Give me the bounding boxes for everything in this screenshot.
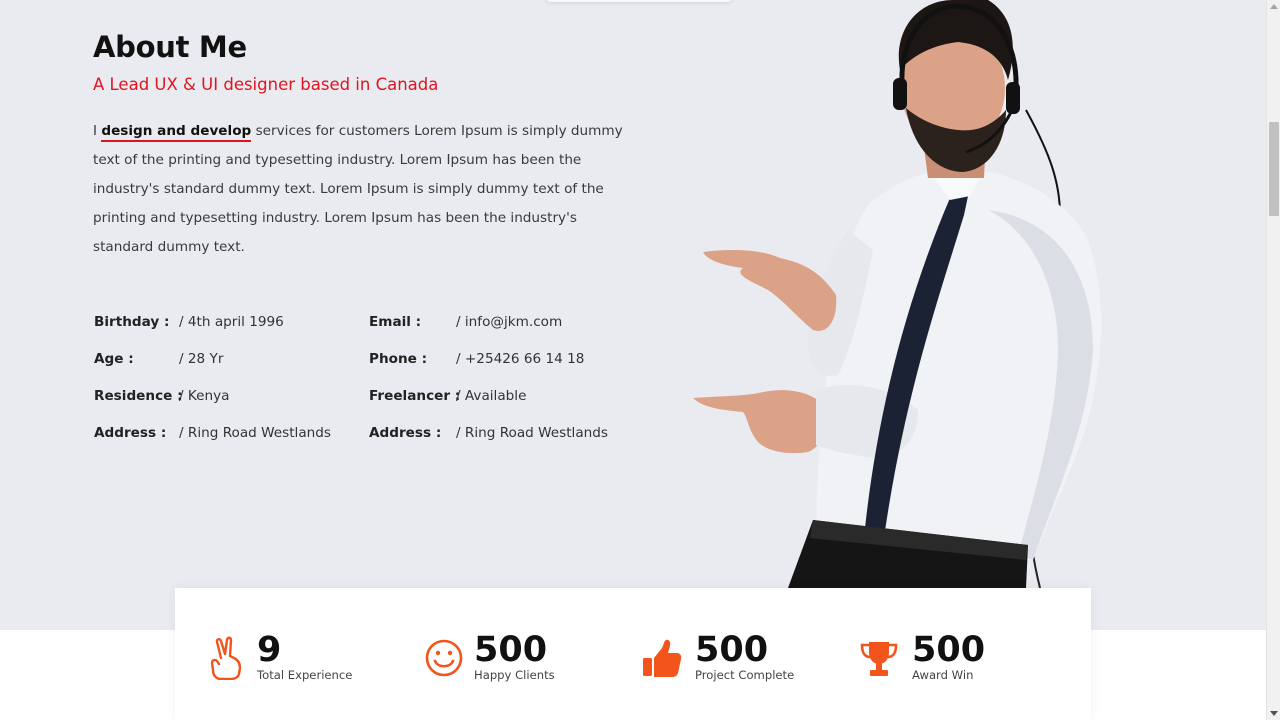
info-value: / 4th april 1996 (179, 314, 284, 330)
info-value: / +25426 66 14 18 (456, 351, 585, 367)
stat-label: Award Win (912, 668, 974, 682)
info-value: / info@jkm.com (456, 314, 563, 330)
thumbs-up-icon (643, 639, 682, 677)
info-value: / Ring Road Westlands (456, 425, 608, 441)
info-key: Email : (369, 314, 422, 330)
page-scrollbar[interactable] (1266, 0, 1280, 720)
profile-photo (693, 0, 1102, 588)
info-key: Birthday : (94, 314, 170, 330)
info-key: Freelancer : (369, 388, 461, 404)
about-paragraph: I design and develop services for custom… (93, 117, 633, 262)
scroll-up-icon[interactable] (1270, 4, 1278, 9)
info-value: / 28 Yr (179, 351, 224, 367)
stat-label: Total Experience (257, 668, 353, 682)
stat-number: 9 (257, 630, 282, 670)
info-value: / Kenya (179, 388, 230, 404)
stat-number: 500 (912, 630, 986, 670)
info-key: Address : (369, 425, 442, 441)
info-key: Residence : (94, 388, 183, 404)
info-key: Address : (94, 425, 167, 441)
info-key: Age : (94, 351, 134, 367)
stat-label: Project Complete (695, 668, 795, 682)
peace-hand-icon (210, 636, 242, 680)
scrollbar-thumb[interactable] (1269, 122, 1279, 216)
info-key: Phone : (369, 351, 428, 367)
subtitle: A Lead UX & UI designer based in Canada (93, 75, 439, 94)
smiley-icon (425, 639, 463, 677)
page-title: About Me (93, 30, 247, 64)
stat-number: 500 (695, 630, 769, 670)
info-value: / Available (456, 388, 527, 404)
stats-bar: 9 Total Experience 500 Happy Clients 500… (175, 588, 1091, 720)
info-value: / Ring Road Westlands (179, 425, 331, 441)
about-section: About Me A Lead UX & UI designer based i… (0, 0, 1266, 630)
stat-label: Happy Clients (474, 668, 555, 682)
stat-number: 500 (474, 630, 548, 670)
paragraph-body: services for customers Lorem Ipsum is si… (93, 123, 623, 255)
scroll-down-icon[interactable] (1270, 711, 1278, 716)
highlight-text: design and develop (101, 123, 252, 142)
trophy-icon (860, 642, 898, 676)
